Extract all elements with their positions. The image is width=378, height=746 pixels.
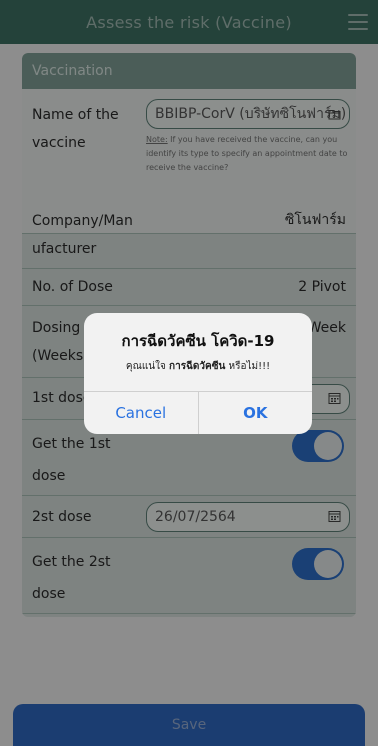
ok-button[interactable]: OK [199, 392, 313, 434]
dialog-message: คุณแน่ใจ การฉีดวัคซีน หรือไม่!!! [125, 361, 271, 372]
dialog-buttons: Cancel OK [84, 391, 312, 434]
confirm-dialog: การฉีดวัคซีน โควิด-19 คุณแน่ใจ การฉีดวัค… [84, 313, 312, 434]
dialog-title: การฉีดวัคซีน โควิด-19 [121, 332, 275, 350]
cancel-button[interactable]: Cancel [84, 392, 199, 434]
